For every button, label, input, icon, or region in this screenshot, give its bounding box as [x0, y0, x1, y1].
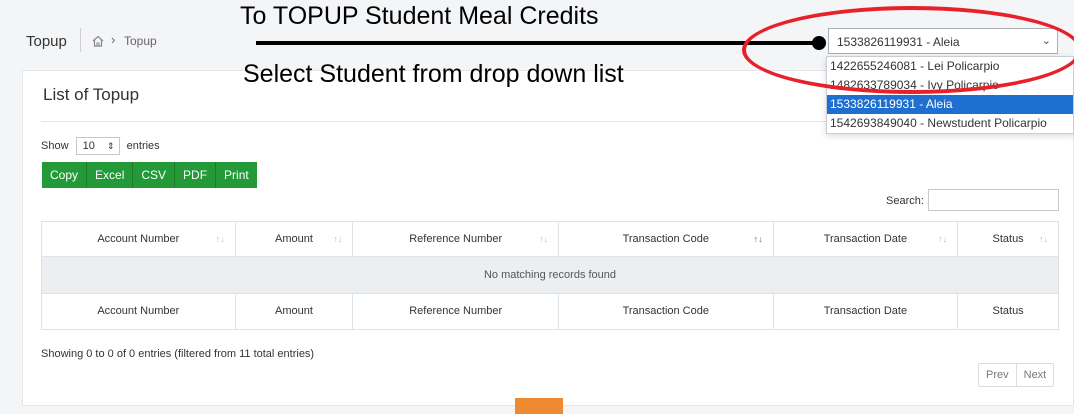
length-menu: Show 10 ⇕ entries [41, 137, 160, 155]
footer-amount: Amount [236, 294, 354, 329]
breadcrumb-current: Topup [124, 34, 157, 48]
page: Topup › Topup List of Topup Show 10 ⇕ en… [0, 0, 1074, 414]
sort-icon: ↑↓ [215, 234, 225, 244]
prev-button[interactable]: Prev [979, 364, 1017, 386]
table-footer: Account Number Amount Reference Number T… [41, 294, 1059, 330]
search-label: Search: [886, 195, 924, 207]
annotation-pointer-line [256, 41, 820, 45]
pdf-button[interactable]: PDF [175, 162, 217, 188]
sort-updown-icon: ⇕ [107, 141, 115, 151]
column-header-amount[interactable]: Amount ↑↓ [236, 222, 354, 256]
table-info: Showing 0 to 0 of 0 entries (filtered fr… [41, 348, 315, 360]
sort-icon: ↑↓ [333, 234, 343, 244]
entries-select[interactable]: 10 ⇕ [75, 137, 120, 155]
next-button[interactable]: Next [1017, 364, 1054, 386]
column-header-reference-number[interactable]: Reference Number ↑↓ [353, 222, 559, 256]
footer-status: Status [992, 305, 1024, 317]
entries-label: entries [126, 139, 160, 152]
sort-icon: ↑↓ [1039, 234, 1048, 244]
student-option-selected[interactable]: 1533826119931 - Aleia [827, 95, 1073, 114]
home-icon[interactable] [91, 34, 105, 48]
footer-account-number: Account Number [42, 294, 236, 329]
column-header-transaction-date[interactable]: Transaction Date ↑↓ [774, 222, 959, 256]
sort-icon: ↑↓ [538, 234, 548, 244]
footer-transaction-code: Transaction Code [559, 294, 774, 329]
excel-button[interactable]: Excel [87, 162, 134, 188]
card-title: List of Topup [43, 85, 140, 104]
empty-table-message: No matching records found [41, 257, 1059, 294]
sort-icon: ↑↓ [938, 234, 948, 244]
down-arrow-icon [515, 398, 563, 414]
column-header-status[interactable]: Status ↑↓ [958, 222, 1058, 256]
column-header-account-number[interactable]: Account Number ↑↓ [42, 222, 236, 256]
print-button[interactable]: Print [216, 162, 257, 188]
annotation-highlight-ellipse [742, 6, 1074, 94]
footer-transaction-date: Transaction Date [774, 294, 959, 329]
annotation-title: To TOPUP Student Meal Credits [240, 2, 599, 30]
export-buttons: Copy Excel CSV PDF Print [42, 162, 257, 188]
csv-button[interactable]: CSV [133, 162, 176, 188]
page-title: Topup [26, 33, 67, 50]
entries-select-value: 10 [82, 140, 95, 152]
search-input[interactable] [928, 189, 1059, 211]
footer-reference-number: Reference Number [353, 294, 559, 329]
student-option[interactable]: 1542693849040 - Newstudent Policarpio [827, 114, 1073, 133]
table-header: Account Number ↑↓ Amount ↑↓ Reference Numb… [41, 221, 1059, 257]
topup-table: Account Number ↑↓ Amount ↑↓ Reference Numb… [41, 221, 1059, 330]
pagination: Prev Next [978, 363, 1055, 387]
sort-desc-icon: ↑↓ [753, 234, 763, 244]
breadcrumb-divider [80, 28, 81, 52]
annotation-instruction: Select Student from drop down list [243, 60, 624, 88]
chevron-right-icon: › [111, 32, 116, 47]
copy-button[interactable]: Copy [42, 162, 88, 188]
show-label: Show [41, 139, 69, 152]
column-header-transaction-code[interactable]: Transaction Code ↑↓ [559, 222, 774, 256]
